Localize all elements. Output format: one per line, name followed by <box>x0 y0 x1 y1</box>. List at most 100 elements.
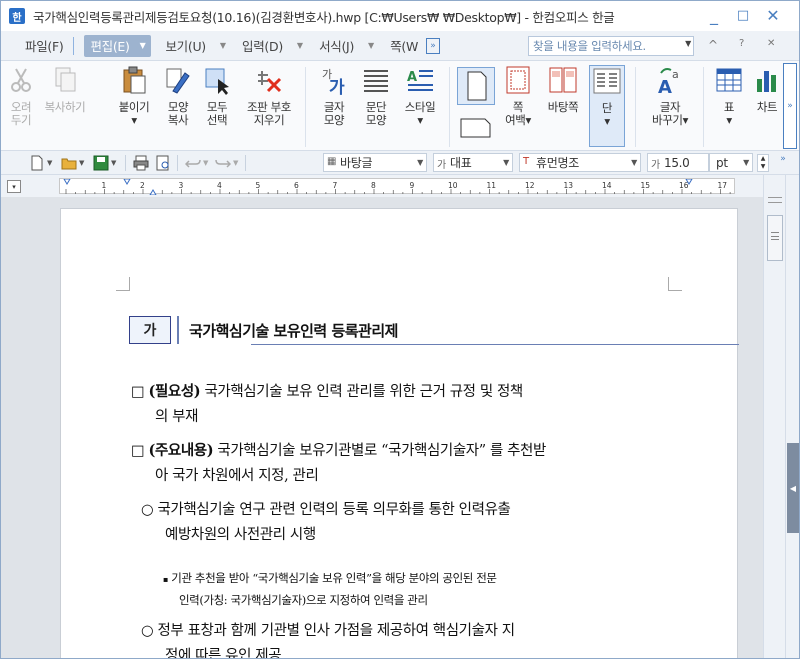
horizontal-ruler[interactable]: 123456789101112131415161718 <box>59 178 735 195</box>
open-folder-icon[interactable] <box>61 155 77 171</box>
ruler-corner-button[interactable]: ▾ <box>7 180 21 193</box>
para-shape-button[interactable]: 문단 모양 <box>359 65 393 127</box>
change-case-button[interactable]: Aa 글자 바꾸기▾ <box>645 65 695 127</box>
change-case-label-2[interactable]: 바꾸기▾ <box>645 114 695 127</box>
paragraph-line: ○ 국가핵심기술 연구 관련 인력의 등록 의무화를 통한 인력유출 <box>141 498 696 523</box>
landscape-button[interactable] <box>457 111 495 145</box>
chevron-down-icon[interactable]: ▼ <box>297 41 303 50</box>
ribbon-separator <box>703 67 704 147</box>
clear-codes-icon <box>254 65 284 95</box>
clear-codes-button[interactable]: 조판 부호 지우기 <box>241 65 297 127</box>
language-combo[interactable]: 가 대표 ▼ <box>433 153 513 172</box>
font-type-icon: T <box>523 156 529 167</box>
heading-text: 국가핵심기술 보유인력 등록관리제 <box>189 321 398 340</box>
style-icon: ▦ <box>327 156 337 167</box>
document-area[interactable]: 가 국가핵심기술 보유인력 등록관리제 □ (필요성) 국가핵심기술 보유 인력… <box>1 197 763 659</box>
menu-insert[interactable]: 입력(D) <box>236 35 289 57</box>
chevron-down-icon[interactable]: ▼ <box>417 158 423 167</box>
minimize-button[interactable]: _ <box>705 7 723 25</box>
chevron-down-icon[interactable]: ▼ <box>203 159 208 167</box>
hwp-app-icon[interactable]: 한 <box>9 8 25 24</box>
chevron-down-icon[interactable]: ▼ <box>631 158 637 167</box>
paragraph-line: ○ 정부 표창과 함께 기관별 인사 가점을 제공하여 핵심기술자 지 <box>141 619 696 644</box>
toolbar-more-button[interactable]: » <box>777 154 789 172</box>
table-dropdown[interactable]: ▾ <box>713 114 745 127</box>
menu-separator <box>73 36 75 55</box>
help-icon[interactable]: ? <box>739 38 744 49</box>
doc-close-icon[interactable]: ✕ <box>767 38 775 49</box>
paragraph-continuation: 정에 따른 유인 제공 <box>165 648 282 659</box>
hwp-window: 한 국가핵심인력등록관리제등검토요청(10.16)(김경환변호사).hwp [C… <box>0 0 800 659</box>
font-combo[interactable]: T 휴먼명조 ▼ <box>519 153 641 172</box>
chevron-down-icon[interactable]: ▼ <box>111 159 116 167</box>
menu-view[interactable]: 보기(U) <box>159 35 211 57</box>
style-dropdown[interactable]: ▾ <box>399 114 441 127</box>
paragraph-text: 정부 표창과 함께 기관별 인사 가점을 제공하여 핵심기술자 지 <box>157 623 515 639</box>
paste-dropdown[interactable]: ▾ <box>115 114 153 127</box>
menu-bar: 파일(F) 편집(E) ▼ 보기(U) ▼ 입력(D) ▼ 서식(J) ▼ 쪽(… <box>1 31 799 61</box>
paste-button[interactable]: 붙이기 ▾ <box>115 65 153 127</box>
chevron-down-icon[interactable]: ▼ <box>79 159 84 167</box>
print-icon[interactable] <box>133 155 149 171</box>
columns-dropdown[interactable]: ▾ <box>592 115 622 128</box>
ribbon-collapse-icon[interactable]: ^ <box>708 38 718 52</box>
ruler-number: 16 <box>679 181 689 190</box>
paragraph-registration: ○ 국가핵심기술 연구 관련 인력의 등록 의무화를 통한 인력유출 예방차원의… <box>141 498 696 548</box>
preview-icon[interactable] <box>155 155 171 171</box>
menu-more-button[interactable]: » <box>426 37 441 54</box>
chevron-down-icon[interactable]: ▼ <box>233 159 238 167</box>
table-button[interactable]: 표 ▾ <box>713 65 745 127</box>
redo-icon[interactable] <box>215 155 231 171</box>
para-shape-icon <box>361 65 391 95</box>
columns-icon <box>592 66 622 96</box>
style-combo[interactable]: ▦ 바탕글 ▼ <box>323 153 427 172</box>
char-shape-button[interactable]: 가가 글자 모양 <box>317 65 351 127</box>
circle-bullet: ○ <box>141 502 154 518</box>
page-margin-button[interactable]: 쪽 여백▾ <box>499 65 537 127</box>
chevron-down-icon[interactable]: ▼ <box>685 39 691 48</box>
maximize-button[interactable]: □ <box>734 7 752 25</box>
undo-icon[interactable] <box>185 155 201 171</box>
chevron-down-icon[interactable]: ▼ <box>503 158 509 167</box>
square-bullet: ▪ <box>163 575 169 584</box>
chevron-down-icon[interactable]: ▼ <box>220 41 226 50</box>
first-line-indent-marker[interactable] <box>63 179 71 185</box>
left-indent-marker[interactable] <box>149 189 157 195</box>
select-all-button[interactable]: 모두 선택 <box>200 65 234 127</box>
page-margin-label-2[interactable]: 여백▾ <box>499 114 537 127</box>
change-case-icon: Aa <box>655 65 685 98</box>
font-size-spinner[interactable]: ▲ ▼ <box>757 154 769 172</box>
copy-button[interactable]: 복사하기 <box>39 65 91 114</box>
scrollbar-thumb[interactable] <box>767 215 783 261</box>
cut-button[interactable]: 오려 두기 <box>5 65 37 127</box>
side-panel-toggle[interactable]: ◀ <box>787 443 799 533</box>
format-painter-button[interactable]: 모양 복사 <box>161 65 195 127</box>
chevron-down-icon[interactable]: ▼ <box>743 158 749 167</box>
paragraph-continuation: 예방차원의 사전관리 시행 <box>165 527 316 543</box>
portrait-button[interactable] <box>457 67 495 105</box>
menu-format[interactable]: 서식(J) <box>313 35 360 57</box>
columns-inner: 단 ▾ <box>592 66 622 128</box>
columns-button[interactable]: 단 ▾ <box>589 65 625 147</box>
chevron-down-icon[interactable]: ▼ <box>368 41 374 50</box>
search-input[interactable]: 찾을 내용을 입력하세요. ▼ <box>528 36 694 56</box>
chart-button[interactable]: 차트 <box>751 65 783 114</box>
ruler-number: 5 <box>256 181 261 190</box>
ribbon-more-button[interactable]: » <box>783 63 797 149</box>
style-button[interactable]: A 스타일 ▾ <box>399 65 441 127</box>
chevron-down-icon[interactable]: ▼ <box>47 159 52 167</box>
split-handle[interactable] <box>768 197 782 203</box>
vertical-scrollbar[interactable] <box>763 175 785 658</box>
close-button[interactable]: ✕ <box>764 7 782 25</box>
document-page[interactable]: 가 국가핵심기술 보유인력 등록관리제 □ (필요성) 국가핵심기술 보유 인력… <box>61 209 739 659</box>
new-document-icon[interactable] <box>29 155 45 171</box>
font-size-combo[interactable]: 가 15.0 <box>647 153 709 172</box>
save-icon[interactable] <box>93 155 109 171</box>
menu-edit[interactable]: 편집(E) ▼ <box>84 34 152 57</box>
menu-page[interactable]: 쪽(W <box>384 35 424 57</box>
unit-combo[interactable]: pt ▼ <box>709 153 753 172</box>
ruler-number: 7 <box>333 181 338 190</box>
tab-marker[interactable] <box>123 179 131 185</box>
menu-file[interactable]: 파일(F) <box>19 35 69 57</box>
master-page-button[interactable]: 바탕쪽 <box>542 65 584 114</box>
